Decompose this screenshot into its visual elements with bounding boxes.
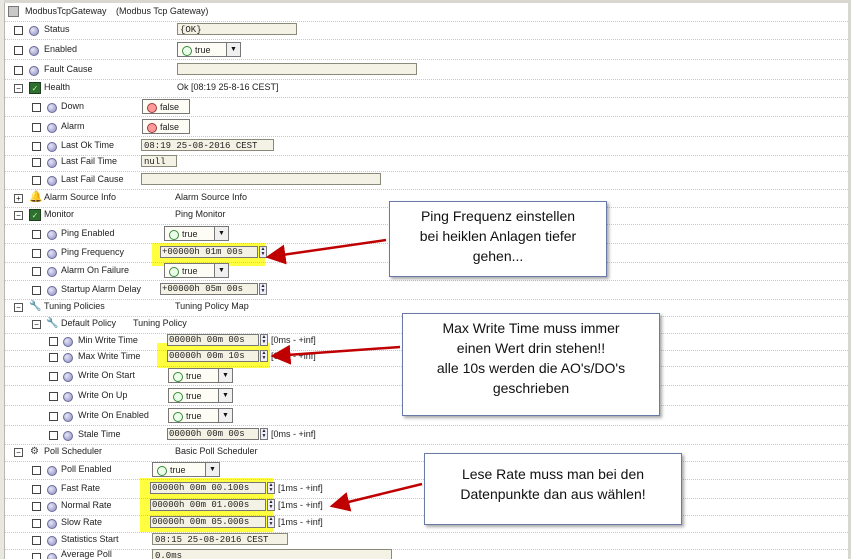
- annotation-arrows: [265, 238, 423, 512]
- arrow-to-ping-frequency: [265, 238, 387, 265]
- property-sheet: ModbusTcpGateway (Modbus Tcp Gateway) St…: [0, 0, 851, 559]
- arrow-to-max-write-time: [270, 344, 401, 365]
- arrow-to-normal-rate: [329, 482, 423, 512]
